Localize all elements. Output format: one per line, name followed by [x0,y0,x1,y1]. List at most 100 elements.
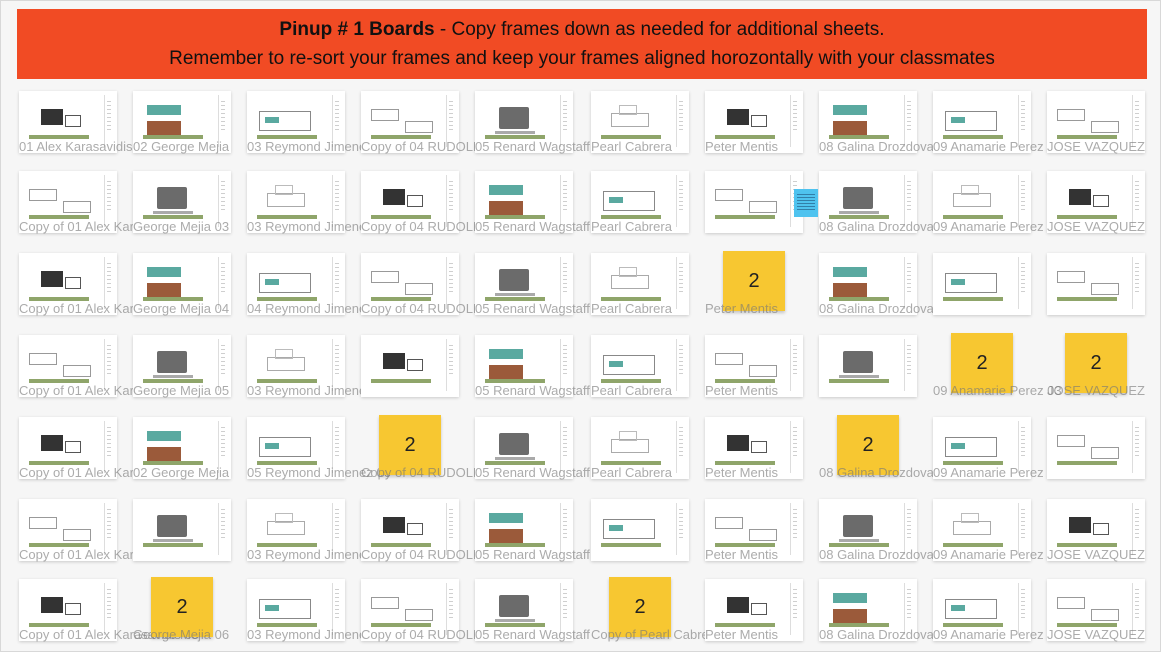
frame-thumbnail[interactable] [247,499,345,561]
ground-line [29,623,89,627]
frame-thumbnail[interactable] [19,499,117,561]
frame-thumbnail[interactable] [361,579,459,641]
sheet-drawing [619,105,637,115]
frame-thumbnail[interactable] [933,499,1031,561]
frame-thumbnail[interactable] [819,91,917,153]
frame-thumbnail[interactable] [247,171,345,233]
frame-thumbnail[interactable] [933,171,1031,233]
sheet-drawing [157,351,187,373]
frame-thumbnail[interactable] [19,335,117,397]
blue-sticky-note[interactable] [794,189,818,217]
frame-thumbnail[interactable] [475,417,573,479]
frame-thumbnail[interactable] [1047,499,1145,561]
frame-thumbnail[interactable] [361,499,459,561]
sheet-drawing [1091,283,1119,295]
frame-thumbnail[interactable] [475,335,573,397]
frame-thumbnail[interactable] [705,335,803,397]
ground-line [29,215,89,219]
frame-thumbnail[interactable] [705,417,803,479]
frame-thumbnail[interactable] [933,253,1031,315]
sheet-drawing [265,605,279,611]
frame-thumbnail[interactable] [19,417,117,479]
frame-thumbnail[interactable] [1047,417,1145,479]
frame-thumbnail[interactable] [361,171,459,233]
frame-thumbnail[interactable] [475,171,573,233]
frame-thumbnail[interactable] [475,253,573,315]
frame-thumbnail[interactable] [591,417,689,479]
title-block [790,421,799,473]
frame-thumbnail[interactable] [1047,253,1145,315]
frame-thumbnail[interactable] [247,253,345,315]
frame-thumbnail[interactable] [933,91,1031,153]
frame-thumbnail[interactable] [361,335,459,397]
ground-line [29,135,89,139]
header-banner[interactable]: Pinup # 1 Boards - Copy frames down as n… [17,9,1147,79]
frame-thumbnail[interactable] [591,253,689,315]
sheet-drawing [157,515,187,537]
sheet-drawing [495,293,535,296]
frame-thumbnail[interactable] [247,417,345,479]
frame-thumbnail[interactable] [361,253,459,315]
frame-thumbnail[interactable] [591,91,689,153]
frame-thumbnail[interactable] [475,91,573,153]
frame-thumbnail[interactable] [247,579,345,641]
sticky-note[interactable]: 2 [723,251,785,311]
frame-thumbnail[interactable] [133,499,231,561]
sticky-note[interactable]: 2 [951,333,1013,393]
ground-line [257,623,317,627]
frame-thumbnail[interactable] [475,499,573,561]
frame-thumbnail[interactable] [133,91,231,153]
sheet-drawing [843,351,873,373]
frame-thumbnail[interactable] [19,91,117,153]
frame-thumbnail[interactable] [247,335,345,397]
sticky-note[interactable]: 2 [151,577,213,637]
frame-thumbnail[interactable] [1047,579,1145,641]
sticky-note[interactable]: 2 [1065,333,1127,393]
frame-thumbnail[interactable] [19,579,117,641]
title-block [218,95,227,147]
frame-thumbnail[interactable] [361,91,459,153]
frame-thumbnail[interactable] [705,499,803,561]
frame-thumbnail[interactable] [133,335,231,397]
title-block [1018,95,1027,147]
frame-thumbnail[interactable] [819,171,917,233]
frame-thumbnail[interactable] [819,335,917,397]
sticky-note[interactable]: 2 [837,415,899,475]
ground-line [715,379,775,383]
frame-thumbnail[interactable] [933,579,1031,641]
banner-line-2: Remember to re-sort your frames and keep… [169,48,995,69]
sticky-note[interactable]: 2 [379,415,441,475]
sheet-drawing [405,283,433,295]
title-block [332,421,341,473]
frame-thumbnail[interactable] [933,417,1031,479]
ground-line [1057,135,1117,139]
frame-thumbnail[interactable] [247,91,345,153]
frame-thumbnail[interactable] [705,579,803,641]
frame-thumbnail[interactable] [591,499,689,561]
sheet-drawing [1091,121,1119,133]
frame-thumbnail[interactable] [1047,171,1145,233]
title-block [218,503,227,555]
frame-thumbnail[interactable] [705,91,803,153]
frame-thumbnail[interactable] [133,253,231,315]
frame-thumbnail[interactable] [591,335,689,397]
frame-thumbnail[interactable] [819,499,917,561]
frame-thumbnail[interactable] [1047,91,1145,153]
title-block [1132,503,1141,555]
title-block [560,503,569,555]
sheet-drawing [383,517,405,533]
pinup-board-canvas[interactable]: Pinup # 1 Boards - Copy frames down as n… [0,0,1161,652]
frame-thumbnail[interactable] [819,579,917,641]
frame-thumbnail[interactable] [475,579,573,641]
frame-thumbnail[interactable] [819,253,917,315]
frame-thumbnail[interactable] [19,253,117,315]
title-block [904,583,913,635]
frame-thumbnail[interactable] [705,171,803,233]
frame-thumbnail[interactable] [591,171,689,233]
frame-thumbnail[interactable] [19,171,117,233]
frame-thumbnail[interactable] [133,171,231,233]
title-block [904,257,913,309]
sticky-note[interactable]: 2 [609,577,671,637]
frame-thumbnail[interactable] [133,417,231,479]
ground-line [829,543,889,547]
